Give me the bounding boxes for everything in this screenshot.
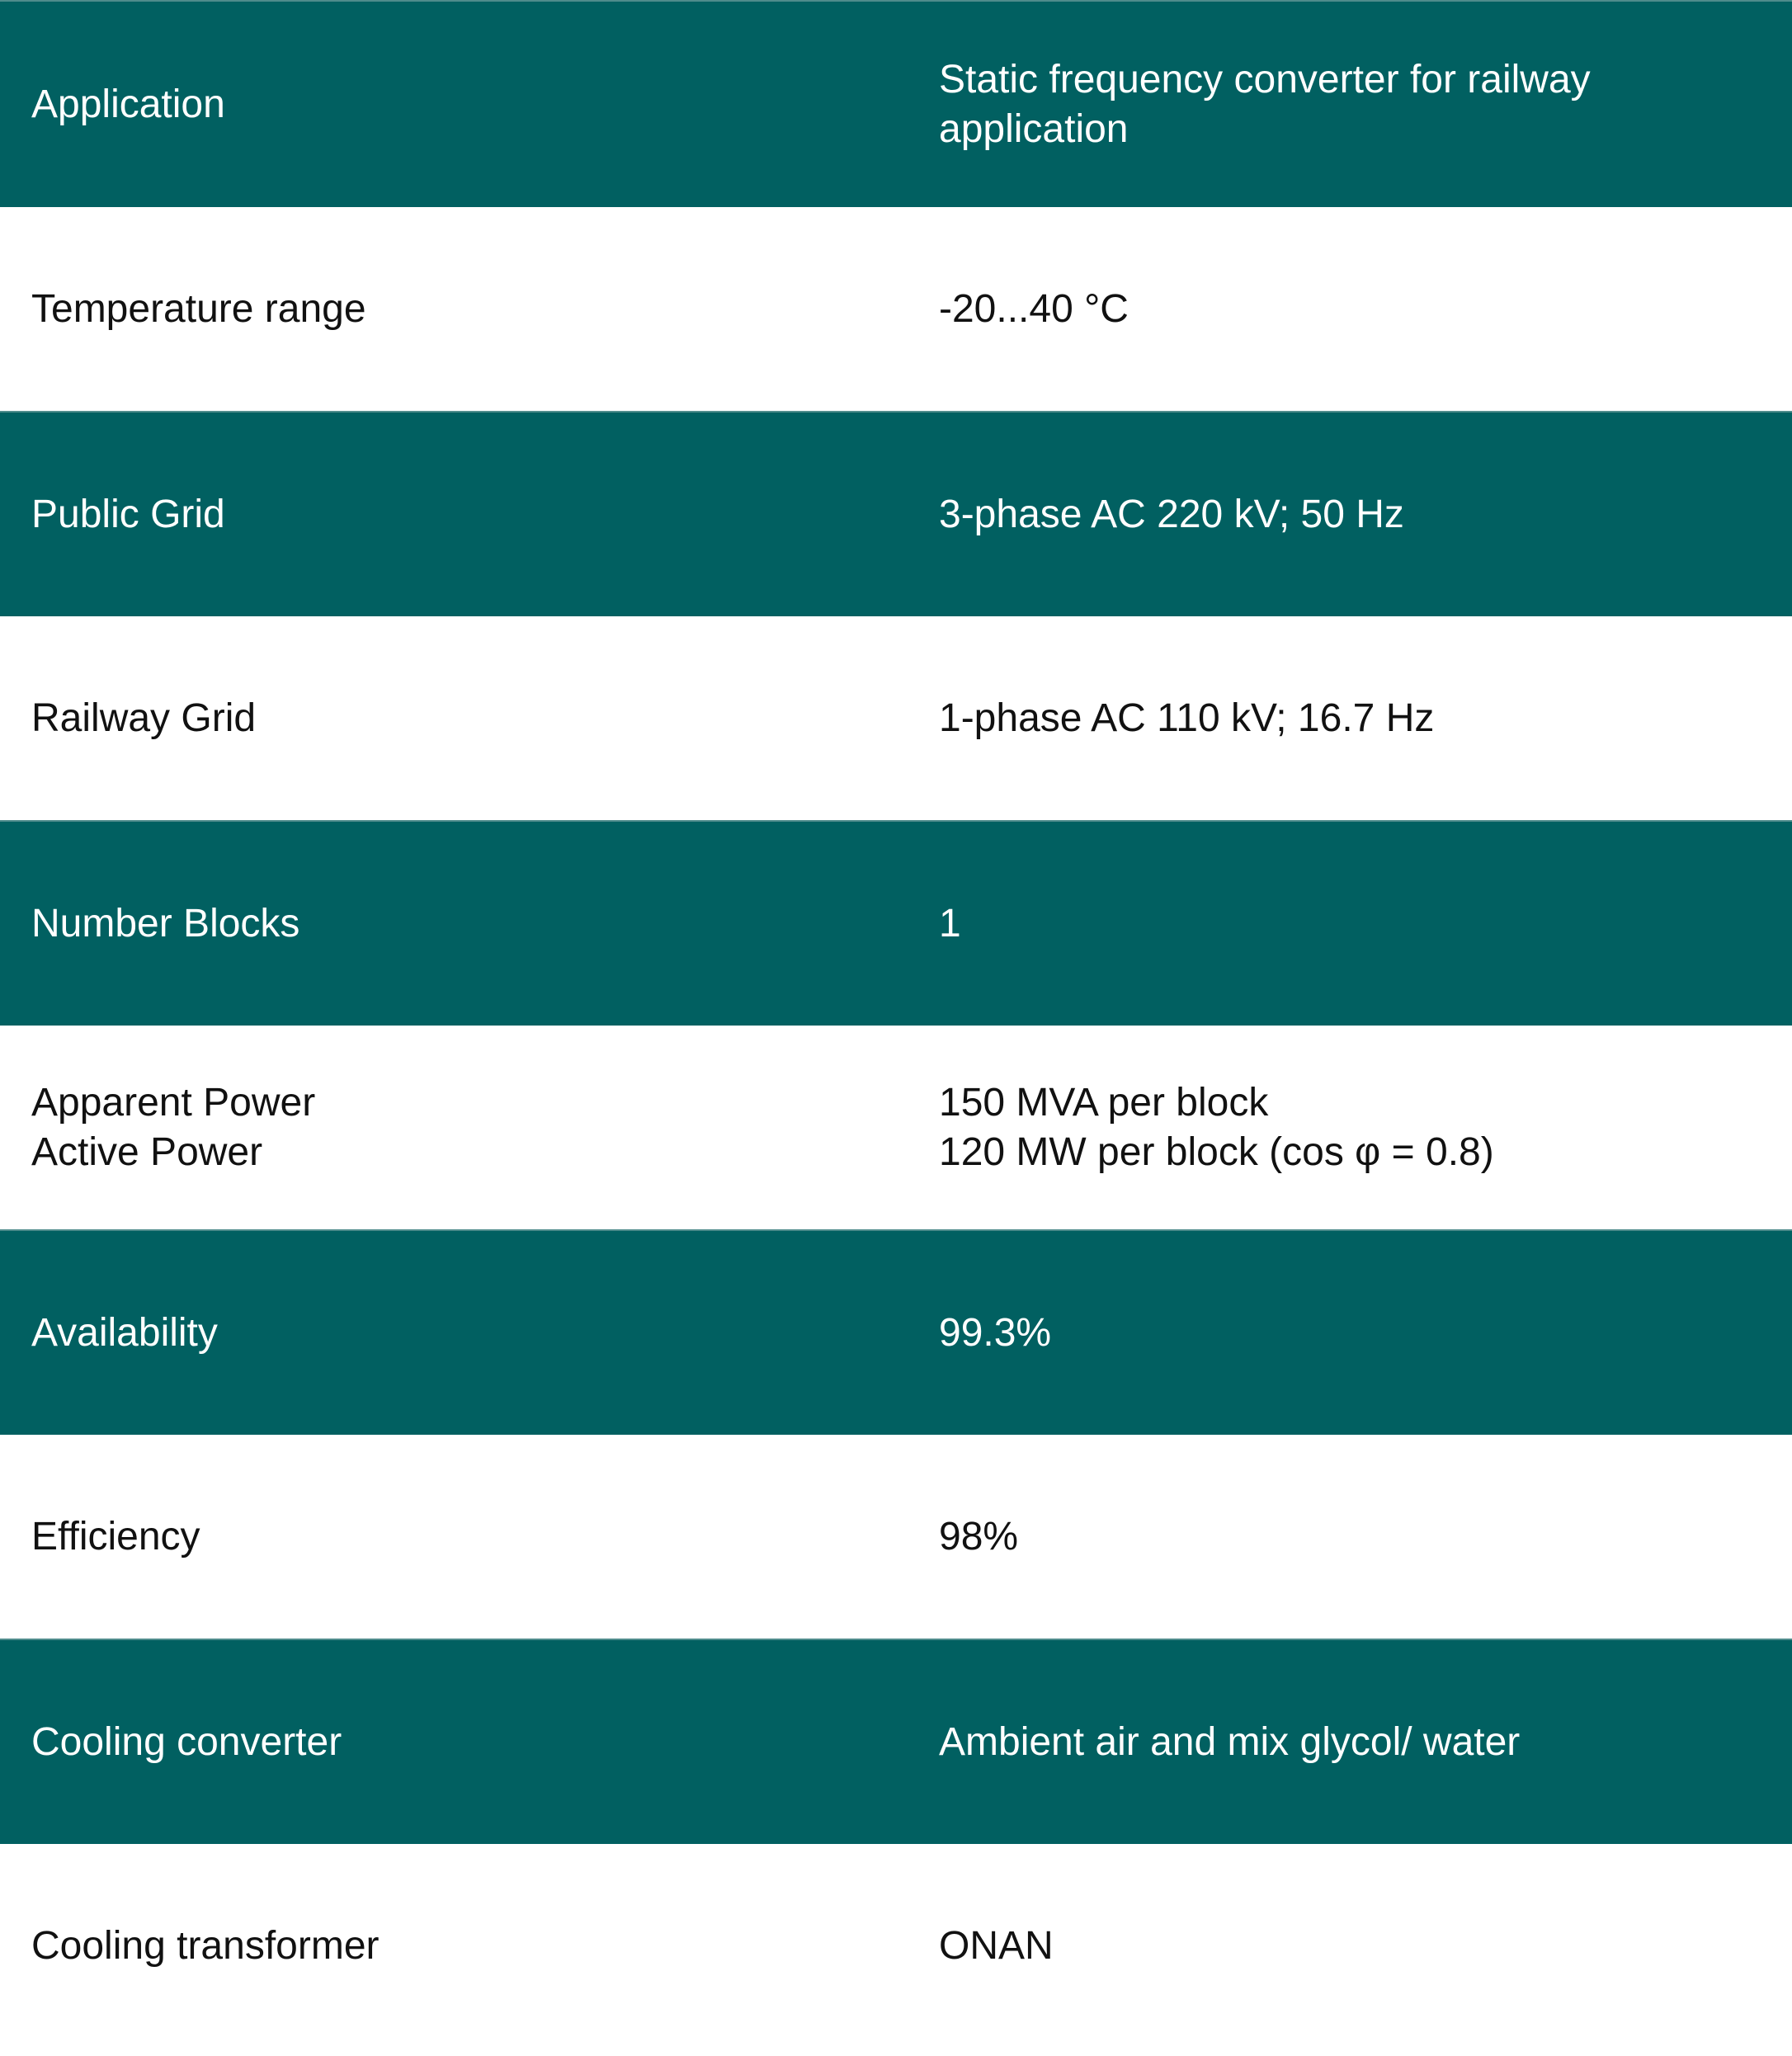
table-row-railway-grid: Railway Grid 1-phase AC 110 kV; 16.7 Hz (0, 616, 1792, 821)
row-value: 99.3% (908, 1229, 1792, 1435)
label-text-apparent-power: Apparent Power (31, 1080, 316, 1125)
table-row-power: Apparent Power Active Power 150 MVA per … (0, 1026, 1792, 1230)
spec-table: Application Static frequency converter f… (0, 0, 1792, 2049)
label-text: Cooling converter (31, 1719, 342, 1764)
label-text: Railway Grid (31, 696, 257, 740)
row-value: 1-phase AC 110 kV; 16.7 Hz (908, 616, 1792, 821)
row-label: Application (0, 0, 908, 207)
label-text: Number Blocks (31, 901, 300, 945)
value-text-apparent-power: 150 MVA per block (939, 1080, 1269, 1125)
label-text: Availability (31, 1310, 218, 1355)
value-text: Ambient air and mix glycol/ water (939, 1719, 1521, 1764)
row-value: 98% (908, 1435, 1792, 1639)
value-text-active-power: 120 MW per block (cos φ = 0.8) (939, 1129, 1494, 1174)
value-text: 3-phase AC 220 kV; 50 Hz (939, 492, 1404, 536)
table-row-number-blocks: Number Blocks 1 (0, 820, 1792, 1026)
value-text: Static frequency converter for railway a… (939, 57, 1591, 151)
row-value: Static frequency converter for railway a… (908, 0, 1792, 207)
label-text-active-power: Active Power (31, 1129, 263, 1174)
label-text: Application (31, 82, 225, 126)
table-row-efficiency: Efficiency 98% (0, 1435, 1792, 1639)
row-label: Apparent Power Active Power (0, 1026, 908, 1230)
value-text: 1 (939, 901, 961, 945)
row-label: Cooling transformer (0, 1844, 908, 2049)
row-value: ONAN (908, 1844, 1792, 2049)
label-text: Public Grid (31, 492, 225, 536)
table-row-cooling-converter: Cooling converter Ambient air and mix gl… (0, 1639, 1792, 1844)
row-value: -20...40 °C (908, 207, 1792, 412)
table-row-cooling-transformer: Cooling transformer ONAN (0, 1844, 1792, 2049)
row-label: Availability (0, 1229, 908, 1435)
row-label: Efficiency (0, 1435, 908, 1639)
row-label: Railway Grid (0, 616, 908, 821)
label-text: Efficiency (31, 1514, 200, 1559)
row-value: 1 (908, 820, 1792, 1026)
value-text: ONAN (939, 1924, 1054, 1968)
row-label: Cooling converter (0, 1639, 908, 1844)
value-text: 99.3% (939, 1310, 1052, 1355)
row-value: Ambient air and mix glycol/ water (908, 1639, 1792, 1844)
value-text: 1-phase AC 110 kV; 16.7 Hz (939, 696, 1435, 740)
table-row-public-grid: Public Grid 3-phase AC 220 kV; 50 Hz (0, 411, 1792, 616)
table-row-availability: Availability 99.3% (0, 1229, 1792, 1435)
value-text: 98% (939, 1514, 1019, 1559)
row-label: Number Blocks (0, 820, 908, 1026)
row-value: 3-phase AC 220 kV; 50 Hz (908, 411, 1792, 616)
row-label: Public Grid (0, 411, 908, 616)
label-text: Cooling transformer (31, 1924, 380, 1968)
label-text: Temperature range (31, 286, 366, 331)
value-text: -20...40 °C (939, 286, 1129, 331)
row-label: Temperature range (0, 207, 908, 412)
table-row-temperature-range: Temperature range -20...40 °C (0, 207, 1792, 412)
table-row-application: Application Static frequency converter f… (0, 0, 1792, 207)
row-value: 150 MVA per block 120 MW per block (cos … (908, 1026, 1792, 1230)
